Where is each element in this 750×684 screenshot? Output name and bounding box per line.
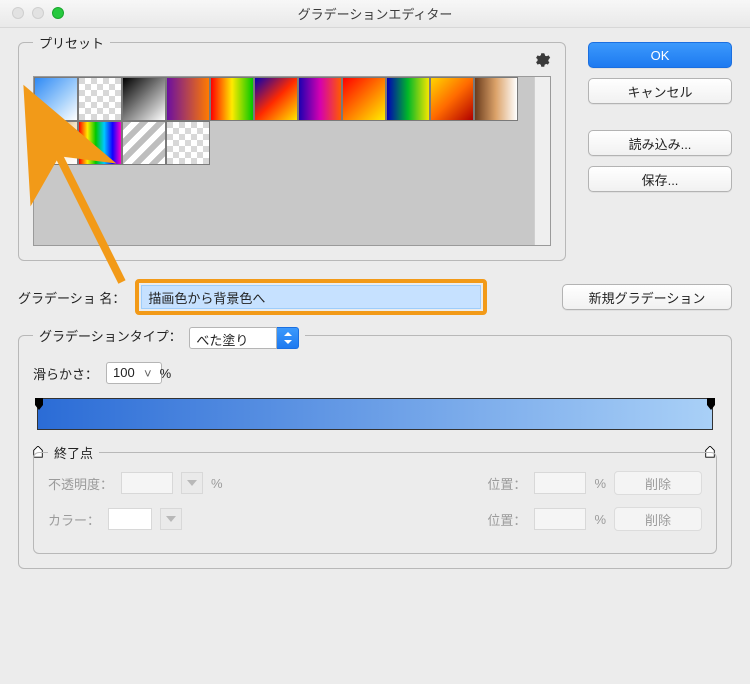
preset-swatch[interactable]	[166, 77, 210, 121]
opacity-dropdown	[181, 472, 203, 494]
preset-swatch[interactable]	[122, 77, 166, 121]
preset-swatch[interactable]	[298, 77, 342, 121]
gradient-name-highlight: 描画色から背景色へ	[135, 279, 487, 315]
minimize-icon[interactable]	[32, 7, 44, 19]
color-label: カラー：	[48, 510, 100, 529]
smoothness-label: 滑らかさ：	[33, 364, 98, 383]
load-button[interactable]: 読み込み...	[588, 130, 732, 156]
color-dropdown	[160, 508, 182, 530]
preset-swatch[interactable]	[210, 77, 254, 121]
new-gradient-label: 新規グラデーション	[589, 288, 706, 307]
gradient-type-select[interactable]: べた塗り	[189, 327, 277, 349]
preset-swatch[interactable]	[34, 77, 78, 121]
opacity-stop-right[interactable]	[705, 398, 717, 410]
gradient-type-value: べた塗り	[196, 333, 248, 348]
presets-list	[33, 76, 551, 246]
cancel-button[interactable]: キャンセル	[588, 78, 732, 104]
gradient-name-label: グラデーショ 名：	[18, 288, 125, 307]
gradient-preview	[37, 398, 713, 430]
color-position-label: 位置：	[487, 510, 526, 529]
opacity-delete-button: 削除	[614, 471, 702, 495]
gradient-type-group: グラデーションタイプ： べた塗り 滑らかさ： 100 ˅ %	[18, 335, 732, 569]
gradient-name-input[interactable]: 描画色から背景色へ	[141, 285, 481, 309]
side-buttons: OK キャンセル 読み込み... 保存...	[588, 42, 732, 192]
preset-swatch[interactable]	[342, 77, 386, 121]
opacity-position-input	[534, 472, 586, 494]
opacity-input	[121, 472, 173, 494]
preset-swatch[interactable]	[254, 77, 298, 121]
smoothness-unit: %	[160, 366, 172, 381]
color-delete-label: 削除	[645, 510, 671, 529]
load-label: 読み込み...	[629, 134, 692, 153]
cancel-label: キャンセル	[627, 82, 692, 101]
close-icon[interactable]	[12, 7, 24, 19]
preset-swatch[interactable]	[166, 121, 210, 165]
opacity-stop-left[interactable]	[33, 398, 45, 410]
scrollbar[interactable]	[534, 77, 550, 245]
opacity-position-label: 位置：	[487, 474, 526, 493]
titlebar: グラデーションエディター	[0, 0, 750, 28]
preset-swatch[interactable]	[34, 121, 78, 165]
presets-group: プリセット	[18, 42, 566, 261]
gradient-type-stepper[interactable]	[277, 327, 299, 349]
ok-label: OK	[651, 48, 670, 63]
preset-swatch[interactable]	[386, 77, 430, 121]
preset-swatch[interactable]	[78, 77, 122, 121]
ok-button[interactable]: OK	[588, 42, 732, 68]
preset-swatch[interactable]	[122, 121, 166, 165]
save-label: 保存...	[642, 170, 679, 189]
opacity-delete-label: 削除	[645, 474, 671, 493]
color-position-unit: %	[594, 512, 606, 527]
gear-icon[interactable]	[533, 51, 551, 72]
gradient-ramp[interactable]	[37, 398, 713, 430]
smoothness-value: 100	[113, 365, 135, 380]
gradient-name-value: 描画色から背景色へ	[148, 291, 265, 306]
gradient-type-label: グラデーションタイプ：	[39, 329, 182, 344]
zoom-icon[interactable]	[52, 7, 64, 19]
color-swatch	[108, 508, 152, 530]
save-button[interactable]: 保存...	[588, 166, 732, 192]
smoothness-input[interactable]: 100 ˅	[106, 362, 152, 384]
color-delete-button: 削除	[614, 507, 702, 531]
preset-swatch[interactable]	[78, 121, 122, 165]
preset-swatch[interactable]	[474, 77, 518, 121]
window-controls	[12, 7, 64, 19]
opacity-position-unit: %	[594, 476, 606, 491]
stops-label: 終了点	[48, 443, 99, 462]
color-position-input	[534, 508, 586, 530]
window-title: グラデーションエディター	[298, 4, 453, 23]
stops-group: 終了点 不透明度： % 位置： % 削除 カラー： 位置：	[33, 452, 717, 554]
opacity-label: 不透明度：	[48, 474, 113, 493]
new-gradient-button[interactable]: 新規グラデーション	[562, 284, 732, 310]
presets-label: プリセット	[33, 33, 110, 52]
preset-swatch[interactable]	[430, 77, 474, 121]
opacity-unit: %	[211, 476, 223, 491]
